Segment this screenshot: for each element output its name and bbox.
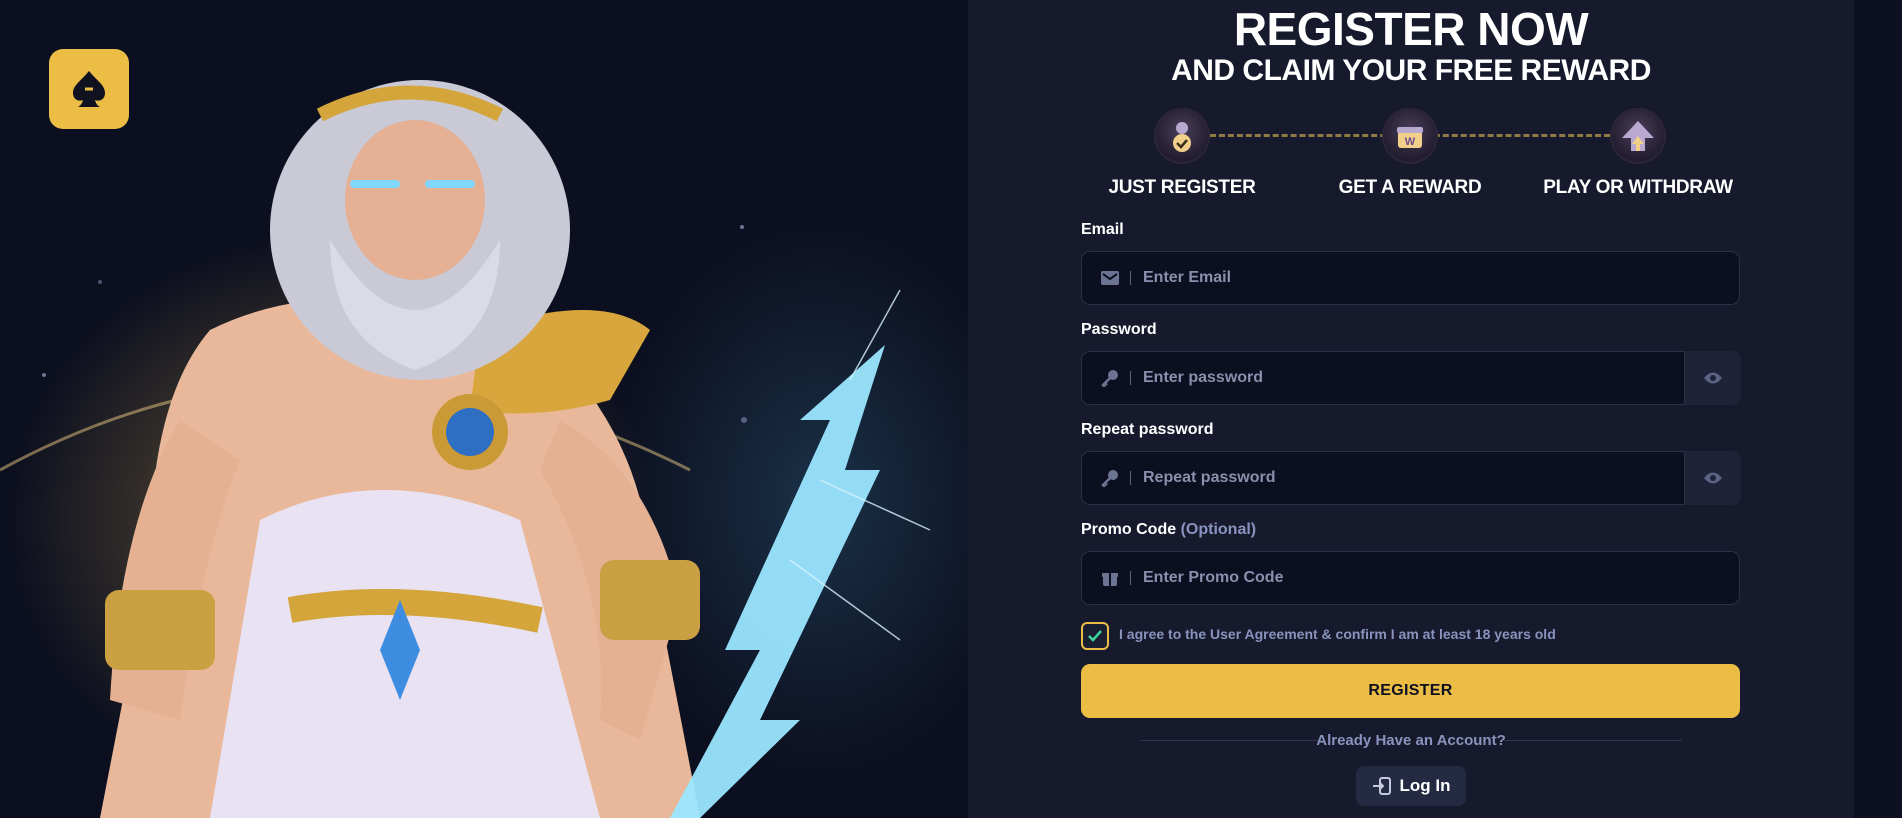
- agreement-checkbox[interactable]: [1081, 622, 1109, 650]
- page-title: REGISTER NOW: [1233, 3, 1589, 55]
- repeat-password-label: Repeat password: [1081, 421, 1214, 438]
- eye-icon: [1704, 372, 1722, 384]
- already-account-text: Already Have an Account?: [1316, 732, 1506, 749]
- checkmark-icon: [1088, 630, 1102, 642]
- field-separator: [1130, 271, 1131, 285]
- field-separator: [1130, 471, 1131, 485]
- promo-optional-text: (Optional): [1180, 521, 1257, 538]
- field-separator: [1130, 571, 1131, 585]
- promo-label: Promo Code (Optional): [1081, 521, 1256, 539]
- show-repeat-password-button[interactable]: [1685, 451, 1741, 505]
- email-field[interactable]: Enter Email: [1081, 251, 1740, 305]
- repeat-password-field[interactable]: Repeat password: [1081, 451, 1685, 505]
- password-field[interactable]: Enter password: [1081, 351, 1685, 405]
- hero-banner: [0, 0, 968, 818]
- promo-label-text: Promo Code: [1081, 521, 1177, 538]
- arrow-up-icon: [1610, 108, 1666, 164]
- key-icon: [1100, 468, 1120, 488]
- spade-icon: [73, 71, 105, 107]
- gift-box-icon: W: [1382, 108, 1438, 164]
- password-label: Password: [1081, 321, 1157, 338]
- promo-placeholder: Enter Promo Code: [1143, 569, 1284, 586]
- show-password-button[interactable]: [1685, 351, 1741, 405]
- step-label-register: JUST REGISTER: [1108, 177, 1256, 198]
- login-button[interactable]: Log In: [1356, 766, 1466, 806]
- envelope-icon: [1100, 268, 1120, 288]
- field-separator: [1130, 371, 1131, 385]
- key-icon: [1100, 368, 1120, 388]
- step-label-reward: GET A REWARD: [1338, 177, 1482, 198]
- page-subtitle: AND CLAIM YOUR FREE REWARD: [1171, 54, 1651, 87]
- brand-logo[interactable]: [49, 49, 129, 129]
- agreement-text[interactable]: I agree to the User Agreement & confirm …: [1119, 626, 1556, 642]
- repeat-password-placeholder: Repeat password: [1143, 469, 1276, 486]
- login-icon: [1372, 777, 1391, 795]
- eye-icon: [1704, 472, 1722, 484]
- hero-illustration: [0, 80, 931, 818]
- register-button[interactable]: REGISTER: [1081, 664, 1740, 718]
- promo-code-field[interactable]: Enter Promo Code: [1081, 551, 1740, 605]
- email-label: Email: [1081, 221, 1124, 238]
- right-gutter: [1854, 0, 1902, 818]
- svg-text:W: W: [1405, 136, 1416, 148]
- user-check-icon: [1154, 108, 1210, 164]
- email-placeholder: Enter Email: [1143, 269, 1232, 286]
- password-placeholder: Enter password: [1143, 369, 1264, 386]
- login-label: Log In: [1399, 776, 1451, 795]
- step-label-withdraw: PLAY OR WITHDRAW: [1543, 177, 1733, 198]
- gift-icon: [1100, 568, 1120, 588]
